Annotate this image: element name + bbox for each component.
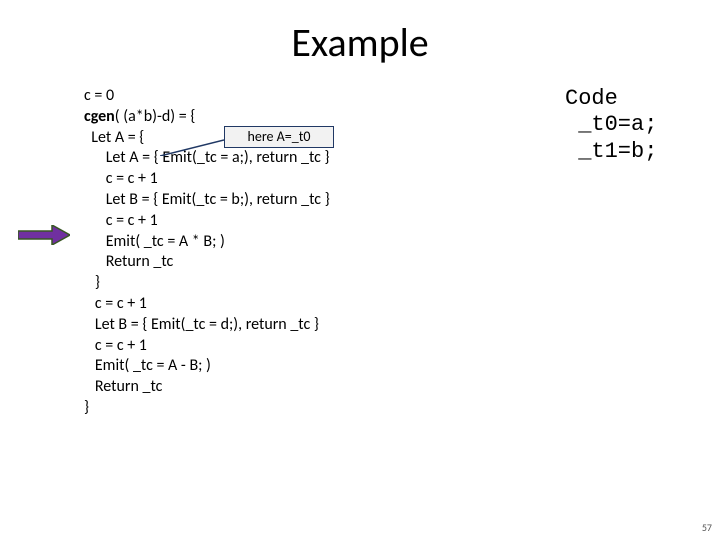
code-line: } — [84, 398, 330, 419]
code-right-line: _t0=a; — [565, 112, 657, 138]
code-line: Let B = { Emit(_tc = b;), return _tc } — [84, 190, 330, 211]
slide-title: Example — [0, 18, 720, 67]
right-arrow-icon — [18, 225, 70, 245]
code-line: cgen( (a*b)-d) = { — [84, 107, 330, 128]
code-line: Return _tc — [84, 252, 330, 273]
keyword-cgen: cgen — [84, 107, 115, 126]
callout-box: here A=_t0 — [224, 126, 334, 148]
code-right-heading: Code — [565, 86, 657, 112]
code-line: c = c + 1 — [84, 211, 330, 232]
page-number: 57 — [702, 521, 712, 534]
code-right-line: _t1=b; — [565, 139, 657, 165]
code-right-block: Code _t0=a; _t1=b; — [565, 86, 657, 165]
arrow-shape — [18, 225, 70, 245]
code-text: ( (a*b)-d) = { — [115, 107, 196, 126]
code-line: c = c + 1 — [84, 336, 330, 357]
callout-connector-line — [160, 138, 224, 156]
slide: Example c = 0 cgen( (a*b)-d) = { Let A =… — [0, 0, 720, 540]
code-line: Emit( _tc = A - B; ) — [84, 356, 330, 377]
code-line: } — [84, 273, 330, 294]
code-line: c = 0 — [84, 86, 330, 107]
code-line: Let B = { Emit(_tc = d;), return _tc } — [84, 315, 330, 336]
code-line: Return _tc — [84, 377, 330, 398]
code-line: c = c + 1 — [84, 169, 330, 190]
code-line: c = c + 1 — [84, 294, 330, 315]
code-line: Emit( _tc = A * B; ) — [84, 232, 330, 253]
